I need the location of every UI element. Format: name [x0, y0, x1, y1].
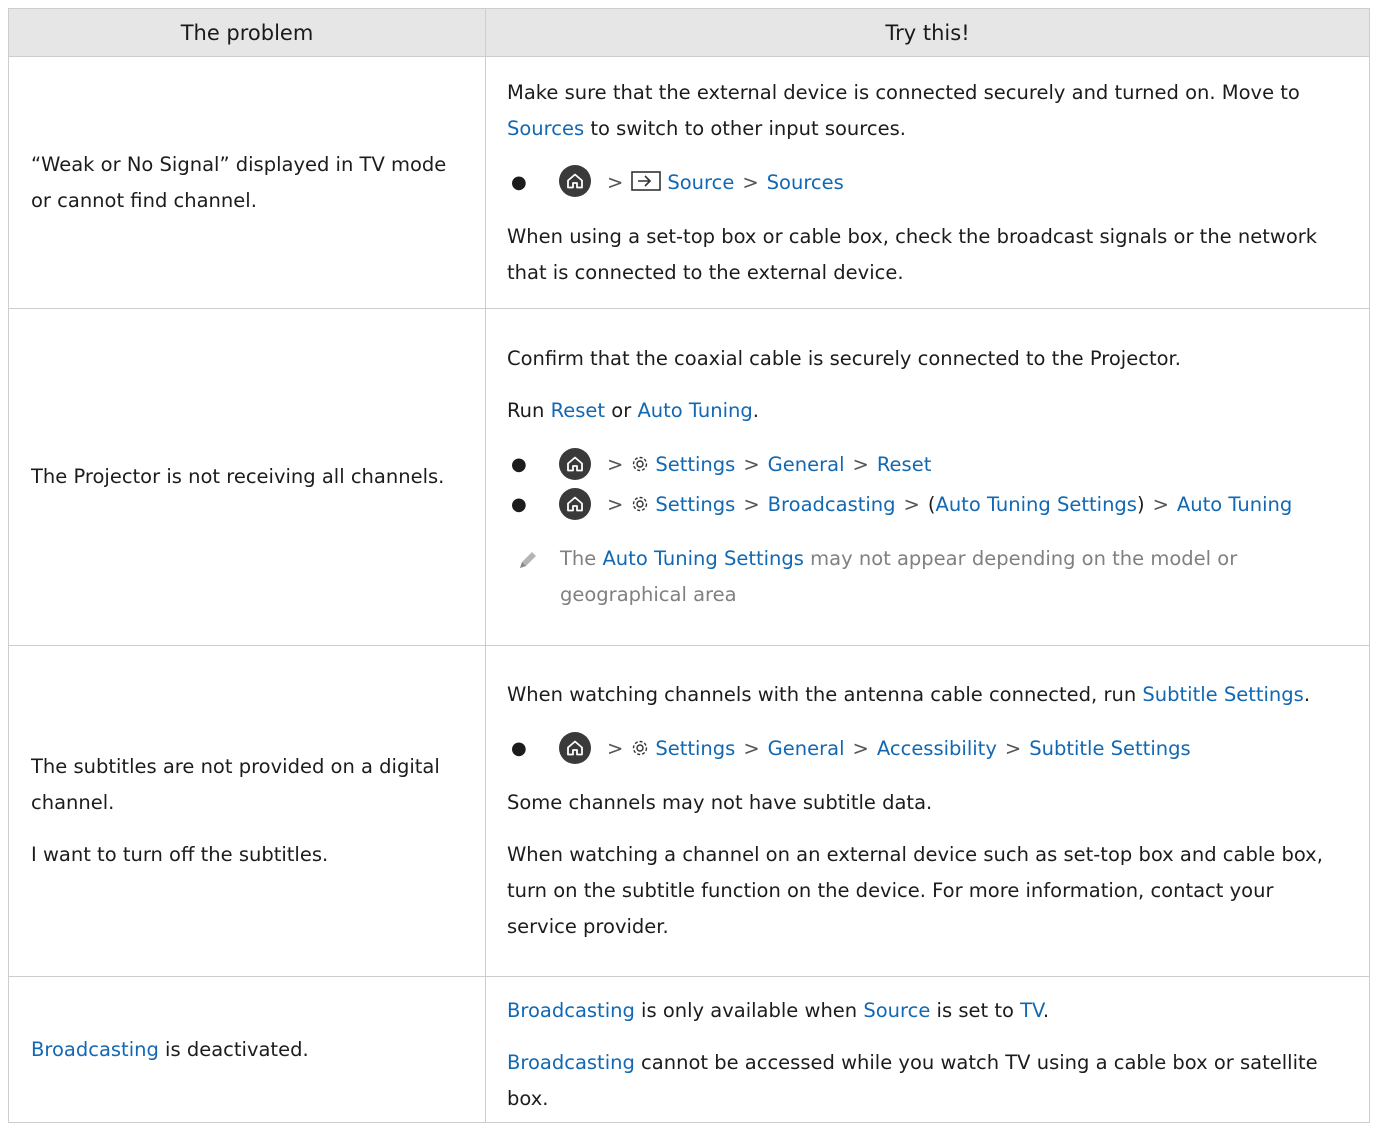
chevron-right-icon: > [1004, 737, 1022, 760]
table-row: Broadcasting is deactivated. Broadcastin… [8, 976, 1370, 1123]
broadcasting-link[interactable]: Broadcasting [507, 1051, 635, 1074]
menu-broadcasting[interactable]: Broadcasting [768, 493, 896, 516]
chevron-right-icon: > [607, 170, 624, 194]
menu-path: ● > Settings > General > Reset ● > Settings > Br… [507, 445, 1345, 525]
menu-sources[interactable]: Sources [767, 171, 844, 194]
table-row: The Projector is not receiving all chann… [8, 308, 1370, 646]
solution-text: Broadcasting cannot be accessed while yo… [507, 1051, 1318, 1110]
troubleshooting-table: The problem Try this! “Weak or No Signal… [8, 8, 1370, 1123]
menu-auto-tuning-settings[interactable]: Auto Tuning Settings [935, 493, 1136, 516]
bullet-icon: ● [511, 738, 527, 759]
menu-path: ● > Source > Sources [507, 163, 1345, 203]
problem-cell: The subtitles are not provided on a digi… [8, 645, 486, 977]
menu-settings[interactable]: Settings [655, 737, 735, 760]
chevron-right-icon: > [743, 493, 760, 516]
chevron-right-icon: > [743, 453, 760, 476]
problem-cell: Broadcasting is deactivated. [8, 976, 486, 1123]
home-icon[interactable] [559, 165, 591, 197]
problem-text: The subtitles are not provided on a digi… [31, 755, 440, 814]
gear-icon [633, 456, 648, 471]
problem-cell: The Projector is not receiving all chann… [8, 308, 486, 646]
solution-text: When using a set-top box or cable box, c… [507, 224, 1318, 284]
problem-cell: “Weak or No Signal” displayed in TV mode… [8, 56, 486, 309]
header-problem: The problem [8, 8, 486, 57]
solution-text: Confirm that the coaxial cable is secure… [507, 347, 1181, 370]
subtitle-settings-link[interactable]: Subtitle Settings [1142, 683, 1303, 706]
solution-text: Make sure that the external device is co… [507, 80, 1300, 140]
solution-cell: When watching channels with the antenna … [485, 645, 1370, 977]
menu-path-item: ● > Settings > General > Accessibility > Subtit… [507, 729, 1345, 769]
chevron-right-icon: > [607, 493, 624, 516]
auto-tuning-settings-link[interactable]: Auto Tuning Settings [602, 547, 803, 570]
chevron-right-icon: > [607, 737, 624, 760]
solution-text: When watching channels with the antenna … [507, 683, 1311, 706]
solution-cell: Broadcasting is only available when Sour… [485, 976, 1370, 1123]
note: The Auto Tuning Settings may not appear … [507, 541, 1345, 613]
problem-text: I want to turn off the subtitles. [31, 843, 329, 866]
chevron-right-icon: > [1152, 493, 1169, 516]
solution-text: When watching a channel on an external d… [507, 843, 1323, 938]
bullet-icon: ● [511, 454, 527, 475]
menu-path-item: ● > Settings > Broadcasting > (Auto Tuning Se… [507, 485, 1345, 525]
bullet-icon: ● [511, 494, 527, 515]
solution-text: Broadcasting is only available when Sour… [507, 999, 1050, 1022]
bullet-icon: ● [511, 171, 527, 193]
chevron-right-icon: > [903, 493, 920, 516]
problem-text: The Projector is not receiving all chann… [31, 465, 445, 488]
menu-general[interactable]: General [768, 453, 845, 476]
table-row: “Weak or No Signal” displayed in TV mode… [8, 56, 1370, 309]
header-try-this: Try this! [485, 8, 1370, 57]
table-header-row: The problem Try this! [8, 8, 1370, 57]
reset-link[interactable]: Reset [551, 399, 605, 422]
menu-settings[interactable]: Settings [655, 453, 735, 476]
menu-reset[interactable]: Reset [877, 453, 931, 476]
solution-text: Some channels may not have subtitle data… [507, 791, 933, 814]
chevron-right-icon: > [743, 737, 760, 760]
broadcasting-link[interactable]: Broadcasting [31, 1038, 159, 1061]
solution-cell: Confirm that the coaxial cable is secure… [485, 308, 1370, 646]
table-row: The subtitles are not provided on a digi… [8, 645, 1370, 977]
broadcasting-link[interactable]: Broadcasting [507, 999, 635, 1022]
problem-text: “Weak or No Signal” displayed in TV mode… [31, 152, 447, 212]
menu-subtitle-settings[interactable]: Subtitle Settings [1029, 737, 1190, 760]
home-icon[interactable] [559, 447, 591, 480]
pencil-icon [520, 552, 536, 568]
solution-text: Run Reset or Auto Tuning. [507, 399, 759, 422]
sources-link[interactable]: Sources [507, 117, 584, 140]
gear-icon [633, 496, 648, 511]
menu-path: ● > Settings > General > Accessibility > Subtit… [507, 729, 1345, 769]
menu-general[interactable]: General [768, 737, 845, 760]
menu-path-item: ● > Settings > General > Reset [507, 445, 1345, 485]
menu-path-item: ● > Source > Sources [507, 163, 1345, 203]
menu-source[interactable]: Source [667, 171, 734, 194]
chevron-right-icon: > [742, 170, 759, 194]
chevron-right-icon: > [852, 453, 869, 476]
home-icon[interactable] [559, 731, 591, 764]
problem-text: Broadcasting is deactivated. [31, 1037, 309, 1061]
home-icon[interactable] [559, 487, 591, 520]
chevron-right-icon: > [852, 737, 869, 760]
chevron-right-icon: > [607, 453, 624, 476]
tv-link[interactable]: TV [1020, 999, 1043, 1022]
menu-accessibility[interactable]: Accessibility [877, 737, 997, 760]
solution-cell: Make sure that the external device is co… [485, 56, 1370, 309]
menu-settings[interactable]: Settings [655, 493, 735, 516]
source-icon [631, 171, 662, 191]
gear-icon [633, 740, 648, 755]
source-link[interactable]: Source [863, 999, 930, 1022]
auto-tuning-link[interactable]: Auto Tuning [637, 399, 752, 422]
menu-auto-tuning[interactable]: Auto Tuning [1177, 493, 1292, 516]
